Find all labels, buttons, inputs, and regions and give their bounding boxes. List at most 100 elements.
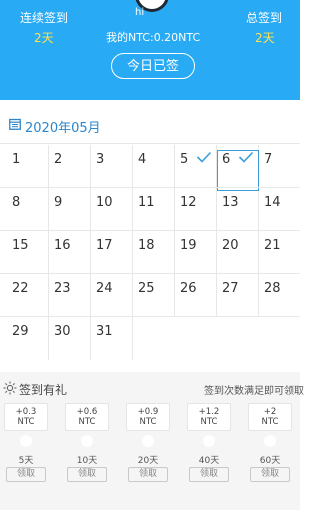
reward-card: +1.2 NTC <box>187 403 231 431</box>
reward-amount: +0.6 <box>76 407 98 417</box>
reward-amount: +0.9 <box>137 407 159 417</box>
day-number: 12 <box>180 195 197 210</box>
day-number: 20 <box>222 238 239 253</box>
day-number: 30 <box>54 324 71 339</box>
calendar-day[interactable]: 31 <box>91 317 133 360</box>
progress-dot <box>142 435 154 447</box>
day-number: 24 <box>96 281 113 296</box>
progress-dot <box>20 435 32 447</box>
divider <box>0 230 300 231</box>
calendar-day[interactable]: 29 <box>7 317 49 360</box>
reward-days: 10天 <box>76 456 98 466</box>
today-highlight <box>217 150 259 191</box>
divider <box>0 187 300 188</box>
claim-button[interactable]: 领取 <box>6 467 46 482</box>
total-value: 2天 <box>255 31 275 45</box>
reward-unit: NTC <box>261 417 279 427</box>
day-number: 8 <box>12 195 21 210</box>
day-number: 1 <box>12 152 21 167</box>
day-number: 2 <box>54 152 63 167</box>
calendar-day[interactable]: 8 <box>7 188 49 231</box>
calendar-day[interactable]: 25 <box>133 274 175 317</box>
gift-section: 签到有礼 签到次数满足即可领取 +0.3 NTC 5天 领取 +0.6 NTC 10天 领取 +… <box>0 372 304 510</box>
calendar-day[interactable]: 28 <box>259 274 301 317</box>
calendar-day[interactable]: 24 <box>91 274 133 317</box>
claim-button[interactable]: 领取 <box>250 467 290 482</box>
calendar-day[interactable]: 12 <box>175 188 217 231</box>
calendar-day[interactable]: 10 <box>91 188 133 231</box>
calendar-day[interactable]: 3 <box>91 145 133 188</box>
day-number: 22 <box>12 281 29 296</box>
day-number: 28 <box>264 281 281 296</box>
day-number: 23 <box>54 281 71 296</box>
progress-dot <box>203 435 215 447</box>
reward-days: 40天 <box>198 456 220 466</box>
gift-note: 签到次数满足即可领取 <box>204 386 304 397</box>
progress-dot <box>264 435 276 447</box>
reward-amount: +2 <box>263 407 277 417</box>
day-number: 31 <box>96 324 113 339</box>
day-number: 7 <box>264 152 273 167</box>
day-number: 17 <box>96 238 113 253</box>
divider <box>0 143 300 144</box>
day-number: 25 <box>138 281 155 296</box>
reward-days: 60天 <box>259 456 281 466</box>
day-number: 13 <box>222 195 239 210</box>
day-number: 14 <box>264 195 281 210</box>
calendar-day[interactable]: 13 <box>217 188 259 231</box>
calendar-day[interactable]: 7 <box>259 145 301 188</box>
day-number: 10 <box>96 195 113 210</box>
checkin-button[interactable]: 今日已签 <box>111 53 195 79</box>
day-number: 26 <box>180 281 197 296</box>
checkmark-icon <box>196 151 212 163</box>
day-number: 29 <box>12 324 29 339</box>
calendar-icon <box>9 118 21 130</box>
calendar-day[interactable]: 23 <box>49 274 91 317</box>
divider <box>0 316 300 317</box>
calendar-day[interactable]: 16 <box>49 231 91 274</box>
calendar-day[interactable]: 21 <box>259 231 301 274</box>
calendar-day[interactable]: 19 <box>175 231 217 274</box>
day-number: 15 <box>12 238 29 253</box>
day-number: 5 <box>180 152 189 167</box>
reward-unit: NTC <box>78 417 96 427</box>
claim-button[interactable]: 领取 <box>189 467 229 482</box>
calendar-day[interactable]: 2 <box>49 145 91 188</box>
calendar-day[interactable]: 26 <box>175 274 217 317</box>
calendar-day[interactable]: 27 <box>217 274 259 317</box>
calendar-day[interactable]: 4 <box>133 145 175 188</box>
calendar-day[interactable]: 5 <box>175 145 217 188</box>
calendar-day[interactable]: 1 <box>7 145 49 188</box>
calendar-day[interactable]: 18 <box>133 231 175 274</box>
calendar-day[interactable]: 11 <box>133 188 175 231</box>
claim-button[interactable]: 领取 <box>67 467 107 482</box>
calendar-day[interactable]: 17 <box>91 231 133 274</box>
reward-days: 20天 <box>137 456 159 466</box>
reward-card: +2 NTC <box>248 403 292 431</box>
reward-card: +0.9 NTC <box>126 403 170 431</box>
claim-button[interactable]: 领取 <box>128 467 168 482</box>
ntc-balance: 我的NTC:0.20NTC <box>106 31 201 44</box>
divider <box>0 273 300 274</box>
reward-card: +0.6 NTC <box>65 403 109 431</box>
day-number: 27 <box>222 281 239 296</box>
calendar-day[interactable]: 15 <box>7 231 49 274</box>
calendar-day[interactable]: 14 <box>259 188 301 231</box>
reward-days: 5天 <box>18 456 34 466</box>
reward-unit: NTC <box>17 417 35 427</box>
reward-amount: +0.3 <box>15 407 37 417</box>
calendar-day[interactable]: 9 <box>49 188 91 231</box>
consecutive-value: 2天 <box>34 31 54 45</box>
total-label: 总签到 <box>246 11 283 25</box>
calendar-day[interactable]: 22 <box>7 274 49 317</box>
sun-icon <box>3 381 17 395</box>
day-number: 9 <box>54 195 63 210</box>
consecutive-label: 连续签到 <box>20 11 69 25</box>
username: hi <box>135 7 145 18</box>
progress-dot <box>81 435 93 447</box>
calendar-day[interactable]: 20 <box>217 231 259 274</box>
day-number: 18 <box>138 238 155 253</box>
reward-unit: NTC <box>200 417 218 427</box>
day-number: 16 <box>54 238 71 253</box>
calendar-day[interactable]: 30 <box>49 317 91 360</box>
